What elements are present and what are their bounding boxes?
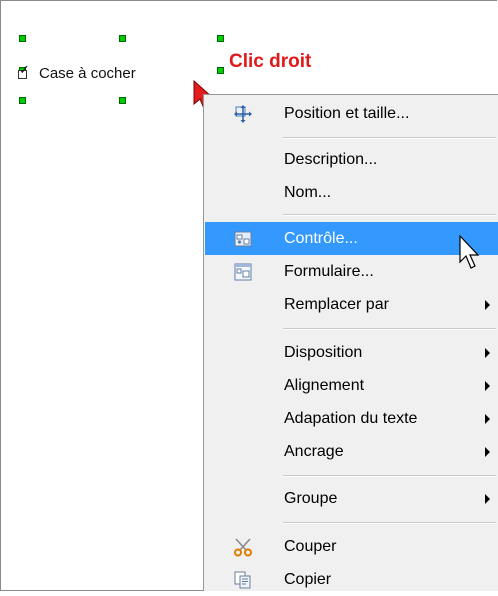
- submenu-arrow-icon: [485, 414, 490, 424]
- checkbox-label: Case à cocher: [39, 64, 136, 82]
- menu-item-formulaire[interactable]: Formulaire...: [205, 255, 498, 288]
- checkbox-icon[interactable]: ✓: [18, 64, 30, 79]
- selection-handle-top-left[interactable]: [19, 35, 26, 42]
- menu-item-label: Nom...: [284, 183, 332, 201]
- submenu-arrow-icon: [485, 494, 490, 504]
- menu-item-label: Formulaire...: [284, 262, 374, 280]
- menu-item-label: Alignement: [284, 376, 365, 394]
- menu-separator: [283, 137, 496, 139]
- selection-handle-bottom-left[interactable]: [19, 97, 26, 104]
- copy-icon: [234, 571, 251, 589]
- menu-item-label: Copier: [284, 570, 332, 588]
- selection-handle-top-right[interactable]: [217, 35, 224, 42]
- menu-item-remplacer-par[interactable]: Remplacer par: [205, 288, 498, 321]
- menu-item-label: Position et taille...: [284, 104, 410, 122]
- menu-item-disposition[interactable]: Disposition: [205, 336, 498, 369]
- menu-item-label: Description...: [284, 150, 378, 168]
- menu-item-ancrage[interactable]: Ancrage: [205, 435, 498, 468]
- form-icon: [234, 263, 252, 281]
- menu-item-alignement[interactable]: Alignement: [205, 369, 498, 402]
- move-arrows-icon: [234, 105, 252, 123]
- control-properties-icon: [234, 231, 252, 247]
- submenu-arrow-icon: [485, 447, 490, 457]
- selection-handle-bottom-middle[interactable]: [119, 97, 126, 104]
- menu-item-label: Remplacer par: [284, 295, 389, 313]
- menu-item-label: Adapation du texte: [284, 409, 418, 427]
- menu-separator: [283, 328, 496, 330]
- checkbox-control[interactable]: ✓ Case à cocher: [18, 62, 136, 84]
- submenu-arrow-icon: [485, 381, 490, 391]
- menu-item-controle[interactable]: Contrôle...: [205, 222, 498, 255]
- annotation-text: Clic droit: [229, 51, 312, 72]
- menu-item-label: Groupe: [284, 489, 338, 507]
- submenu-arrow-icon: [485, 348, 490, 358]
- menu-item-couper[interactable]: Couper: [205, 530, 498, 563]
- scissors-icon: [234, 538, 252, 557]
- menu-separator: [283, 475, 496, 477]
- selection-handle-middle-right[interactable]: [217, 67, 224, 74]
- menu-item-groupe[interactable]: Groupe: [205, 482, 498, 515]
- menu-separator: [283, 214, 496, 216]
- menu-item-label: Ancrage: [284, 442, 344, 460]
- menu-item-label: Disposition: [284, 343, 363, 361]
- menu-item-label: Couper: [284, 537, 337, 555]
- menu-item-label: Contrôle...: [284, 229, 358, 247]
- menu-separator: [283, 522, 496, 524]
- selection-handle-top-middle[interactable]: [119, 35, 126, 42]
- menu-item-adaptation-du-texte[interactable]: Adapation du texte: [205, 402, 498, 435]
- menu-item-nom[interactable]: Nom...: [205, 176, 498, 209]
- submenu-arrow-icon: [485, 300, 490, 310]
- menu-item-position-et-taille[interactable]: Position et taille...: [205, 97, 498, 130]
- menu-item-copier[interactable]: Copier: [205, 563, 498, 596]
- context-menu: Position et taille... Description... Nom…: [203, 94, 498, 591]
- mouse-pointer-icon: [459, 235, 480, 269]
- menu-item-description[interactable]: Description...: [205, 143, 498, 176]
